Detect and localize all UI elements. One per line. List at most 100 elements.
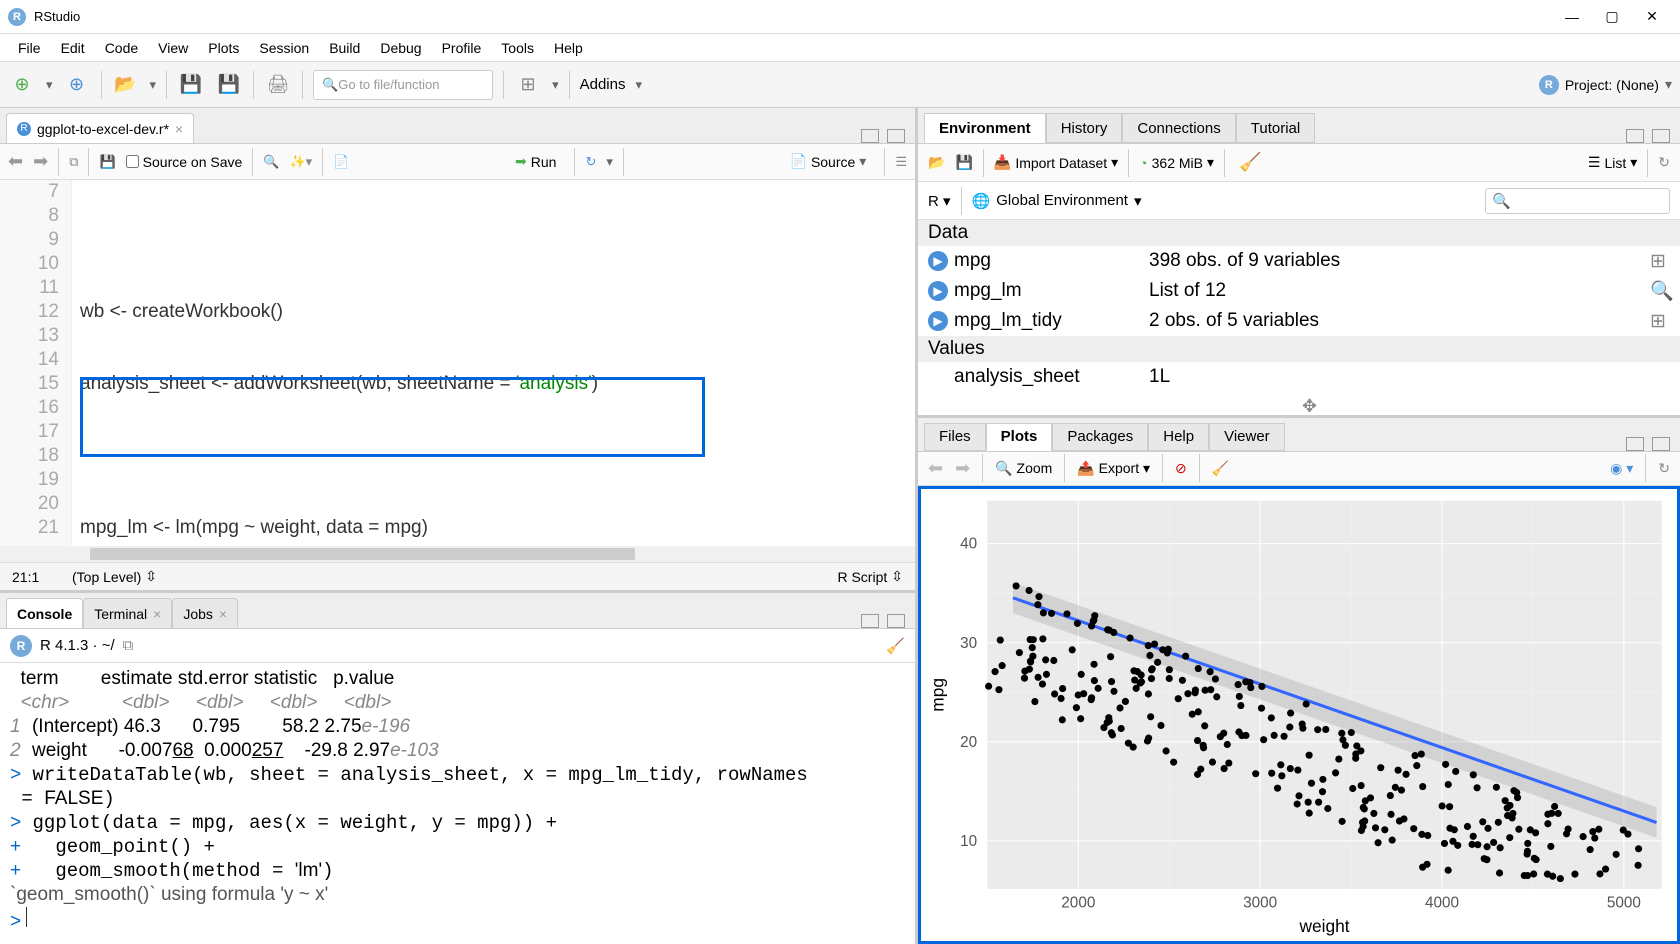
refresh-icon[interactable]: ↻ xyxy=(1658,460,1670,477)
memory-usage[interactable]: ◔ 362 MiB ▾ xyxy=(1139,154,1214,171)
print-button[interactable]: 🖨 xyxy=(264,71,292,99)
search-icon[interactable]: 🔍 xyxy=(1650,279,1670,303)
project-label[interactable]: Project: (None) xyxy=(1565,77,1659,93)
minimize-pane-icon[interactable] xyxy=(1626,129,1644,143)
close-icon[interactable]: × xyxy=(219,606,227,622)
menu-code[interactable]: Code xyxy=(95,36,148,60)
menu-session[interactable]: Session xyxy=(249,36,319,60)
dropdown-icon[interactable]: ▾ xyxy=(46,77,53,93)
broom-icon[interactable]: 🧹 xyxy=(1239,152,1261,173)
expand-icon[interactable]: ▶ xyxy=(928,281,948,301)
dropdown-icon[interactable]: ▾ xyxy=(552,77,559,93)
save-workspace-icon[interactable]: 💾 xyxy=(955,154,972,171)
addins-button[interactable]: Addins xyxy=(580,76,626,93)
maximize-pane-icon[interactable] xyxy=(887,129,905,143)
grid-button[interactable]: ⊞ xyxy=(514,71,542,99)
maximize-pane-icon[interactable] xyxy=(1652,129,1670,143)
clear-plots-icon[interactable]: 🧹 xyxy=(1212,460,1229,477)
source-on-save-checkbox[interactable]: Source on Save xyxy=(126,154,243,170)
close-tab-icon[interactable]: × xyxy=(175,121,183,137)
dropdown-icon[interactable]: ▾ xyxy=(606,154,613,170)
menu-profile[interactable]: Profile xyxy=(432,36,492,60)
refresh-icon[interactable]: ↻ xyxy=(1658,154,1670,171)
wand-icon[interactable]: ✨▾ xyxy=(289,154,312,170)
menu-view[interactable]: View xyxy=(148,36,198,60)
broom-icon[interactable]: 🧹 xyxy=(886,637,905,655)
tab-help[interactable]: Help xyxy=(1148,423,1209,451)
dropdown-icon[interactable]: ▾ xyxy=(1665,76,1672,93)
expand-icon[interactable]: ▶ xyxy=(928,251,948,271)
save-all-button[interactable]: 💾 xyxy=(215,71,243,99)
env-search-input[interactable]: 🔍 xyxy=(1485,188,1670,214)
rerun-icon[interactable]: ↻ xyxy=(585,154,596,170)
menu-file[interactable]: File xyxy=(8,36,51,60)
find-icon[interactable]: 🔍 xyxy=(263,154,279,170)
grid-icon[interactable]: ⊞ xyxy=(1650,310,1670,333)
menu-help[interactable]: Help xyxy=(544,36,593,60)
menu-tools[interactable]: Tools xyxy=(491,36,544,60)
source-tab[interactable]: R ggplot-to-excel-dev.r* × xyxy=(6,113,194,143)
scope-selector[interactable]: (Top Level) xyxy=(72,569,141,585)
notebook-icon[interactable]: 📄 xyxy=(333,154,349,170)
dropdown-icon[interactable]: ⇳ xyxy=(891,568,903,585)
env-scope-selector[interactable]: 🌐 Global Environment ▾ xyxy=(972,192,1142,210)
tab-viewer[interactable]: Viewer xyxy=(1209,423,1285,451)
menu-debug[interactable]: Debug xyxy=(370,36,431,60)
tab-history[interactable]: History xyxy=(1046,113,1123,143)
grid-icon[interactable]: ⊞ xyxy=(1650,250,1670,273)
publish-icon[interactable]: ◉ ▾ xyxy=(1610,460,1633,477)
save-icon[interactable]: 💾 xyxy=(99,154,115,170)
tab-plots[interactable]: Plots xyxy=(986,423,1053,451)
load-workspace-icon[interactable]: 📂 xyxy=(928,154,945,171)
tab-packages[interactable]: Packages xyxy=(1052,423,1148,451)
new-file-button[interactable]: ⊕ xyxy=(8,71,36,99)
env-item-mpg[interactable]: ▶ mpg 398 obs. of 9 variables ⊞ xyxy=(918,246,1680,276)
prev-plot-icon[interactable]: ⬅ xyxy=(928,458,943,479)
view-mode-selector[interactable]: ☰ List ▾ xyxy=(1588,154,1637,171)
new-project-button[interactable]: ⊕ xyxy=(63,71,91,99)
dropdown-icon[interactable]: ⇳ xyxy=(145,568,157,585)
language-selector[interactable]: R Script xyxy=(837,569,887,585)
menu-edit[interactable]: Edit xyxy=(51,36,95,60)
remove-plot-icon[interactable]: ⊘ xyxy=(1175,460,1187,477)
goto-file-input[interactable]: 🔍 Go to file/function xyxy=(313,70,493,100)
source-button[interactable]: 📄 Source ▾ xyxy=(782,151,875,172)
minimize-pane-icon[interactable] xyxy=(861,614,879,628)
save-button[interactable]: 💾 xyxy=(177,71,205,99)
run-button[interactable]: ➡ Run xyxy=(507,151,564,172)
tab-connections[interactable]: Connections xyxy=(1122,113,1235,143)
expand-icon[interactable]: ▶ xyxy=(928,311,948,331)
dropdown-icon[interactable]: ▾ xyxy=(150,77,157,93)
minimize-pane-icon[interactable] xyxy=(861,129,879,143)
minimize-button[interactable]: — xyxy=(1552,2,1592,32)
tab-jobs[interactable]: Jobs× xyxy=(172,598,238,628)
close-button[interactable]: ✕ xyxy=(1632,2,1672,32)
open-file-button[interactable]: 📂 xyxy=(112,71,140,99)
maximize-pane-icon[interactable] xyxy=(887,614,905,628)
import-dataset-button[interactable]: 📥 Import Dataset ▾ xyxy=(994,154,1118,171)
tab-terminal[interactable]: Terminal× xyxy=(83,598,172,628)
horizontal-scrollbar[interactable] xyxy=(0,546,915,562)
menu-build[interactable]: Build xyxy=(319,36,370,60)
back-icon[interactable]: ⬅ xyxy=(8,151,23,172)
menu-plots[interactable]: Plots xyxy=(198,36,249,60)
tab-environment[interactable]: Environment xyxy=(924,113,1046,143)
tab-tutorial[interactable]: Tutorial xyxy=(1236,113,1315,143)
dropdown-icon[interactable]: ▾ xyxy=(635,77,642,93)
next-plot-icon[interactable]: ➡ xyxy=(955,458,970,479)
code-editor[interactable]: 789 101112 131415 161718 192021 wb <- cr… xyxy=(0,180,915,546)
close-icon[interactable]: × xyxy=(153,606,161,622)
resize-handle-icon[interactable]: ✥ xyxy=(1302,396,1317,417)
forward-icon[interactable]: ➡ xyxy=(33,151,48,172)
tab-console[interactable]: Console xyxy=(6,598,83,628)
code-text[interactable]: wb <- createWorkbook() analysis_sheet <-… xyxy=(72,180,915,546)
export-button[interactable]: 📤 Export ▾ xyxy=(1077,460,1150,477)
popout-icon[interactable]: ⧉ xyxy=(123,637,134,654)
zoom-button[interactable]: 🔍 Zoom xyxy=(995,460,1052,477)
language-selector[interactable]: R ▾ xyxy=(928,192,951,210)
env-item-analysis-sheet[interactable]: analysis_sheet 1L xyxy=(918,362,1680,392)
env-item-mpg-lm[interactable]: ▶ mpg_lm List of 12 🔍 xyxy=(918,276,1680,306)
console-output[interactable]: term estimate std.error statistic p.valu… xyxy=(0,663,915,944)
tab-files[interactable]: Files xyxy=(924,423,986,451)
maximize-button[interactable]: ▢ xyxy=(1592,2,1632,32)
